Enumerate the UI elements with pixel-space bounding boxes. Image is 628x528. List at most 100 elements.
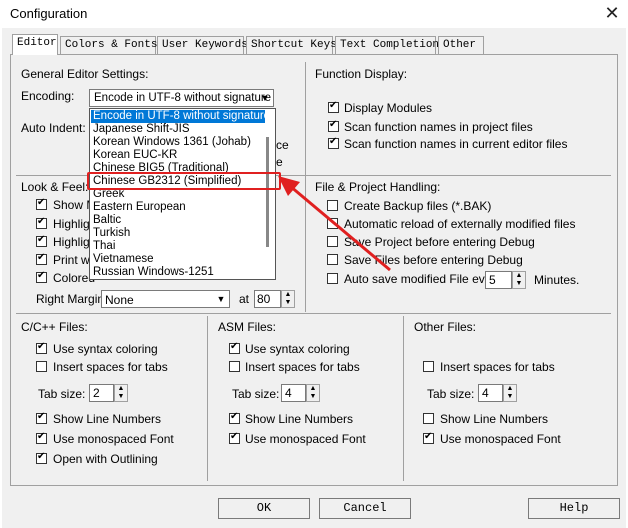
other-tabsize-value: 4	[482, 386, 489, 400]
divider	[403, 316, 404, 481]
asm-tabsize-input[interactable]: 4	[281, 384, 306, 402]
at-label: at	[239, 292, 250, 306]
asm-tabsize-spinner[interactable]: ▲ ▼	[306, 384, 320, 402]
cpp-monospaced-checkbox[interactable]	[36, 431, 47, 444]
encoding-option[interactable]: Eastern European	[93, 201, 186, 214]
encoding-option[interactable]: Vietnamese	[93, 253, 154, 266]
encoding-select-value: Encode in UTF-8 without signature	[94, 92, 272, 104]
cpp-tabsize-spinner[interactable]: ▲ ▼	[114, 384, 128, 402]
cpp-syntax-checkbox[interactable]	[36, 341, 47, 354]
asm-monospaced-label: Use monospaced Font	[245, 432, 366, 446]
other-line-numbers-checkbox[interactable]	[423, 413, 434, 424]
margin-column-value: 80	[257, 292, 271, 306]
cpp-tabsize-input[interactable]: 2	[89, 384, 114, 402]
encoding-option[interactable]: Korean EUC-KR	[93, 149, 177, 162]
scan-project-checkbox[interactable]	[328, 119, 339, 132]
tab-other[interactable]: Other	[438, 36, 484, 54]
look-feel-checkbox-2[interactable]	[36, 216, 47, 229]
cpp-outlining-checkbox[interactable]	[36, 451, 47, 464]
look-feel-checkbox-3[interactable]	[36, 234, 47, 247]
encoding-option[interactable]: Turkish	[93, 227, 130, 240]
scan-editor-checkbox[interactable]	[328, 136, 339, 149]
asm-spaces-checkbox[interactable]	[229, 361, 240, 372]
other-monospaced-checkbox[interactable]	[423, 431, 434, 444]
help-button[interactable]: Help	[528, 498, 620, 519]
autosave-minutes-value: 5	[489, 273, 496, 287]
cpp-spaces-label: Insert spaces for tabs	[53, 360, 168, 374]
divider	[207, 316, 208, 481]
asm-syntax-label: Use syntax coloring	[245, 342, 350, 356]
encoding-option[interactable]: Baltic	[93, 214, 121, 227]
cpp-outlining-label: Open with Outlining	[53, 452, 158, 466]
display-modules-checkbox[interactable]	[328, 100, 339, 113]
right-margin-select[interactable]: None ▼	[101, 290, 230, 308]
encoding-option[interactable]: Korean Windows 1361 (Johab)	[93, 136, 251, 149]
asm-heading: ASM Files:	[218, 320, 277, 334]
margin-column-spinner[interactable]: ▲ ▼	[281, 290, 295, 308]
chevron-down-icon: ▼	[216, 294, 226, 304]
scan-editor-label: Scan function names in current editor fi…	[344, 137, 568, 151]
look-feel-checkbox-5[interactable]	[36, 270, 47, 283]
asm-tabsize-value: 4	[285, 386, 292, 400]
cpp-syntax-label: Use syntax coloring	[53, 342, 158, 356]
look-feel-checkbox-1[interactable]	[36, 197, 47, 210]
general-settings-heading: General Editor Settings:	[21, 67, 149, 81]
look-feel-checkbox-4[interactable]	[36, 252, 47, 265]
scan-project-label: Scan function names in project files	[344, 120, 533, 134]
ok-button[interactable]: OK	[218, 498, 310, 519]
tab-shortcut-keys[interactable]: Shortcut Keys	[246, 36, 337, 54]
asm-monospaced-checkbox[interactable]	[229, 431, 240, 444]
other-spaces-label: Insert spaces for tabs	[440, 360, 555, 374]
tab-text-completion[interactable]: Text Completion	[335, 36, 439, 54]
other-line-numbers-label: Show Line Numbers	[440, 412, 549, 426]
autosave-minutes-spinner[interactable]: ▲ ▼	[512, 271, 526, 289]
tab-colors-fonts[interactable]: Colors & Fonts	[60, 36, 157, 54]
asm-tabsize-label: Tab size:	[232, 387, 280, 401]
annotation-highlight-box	[87, 172, 281, 190]
cancel-button[interactable]: Cancel	[319, 498, 411, 519]
function-display-heading: Function Display:	[315, 67, 408, 81]
encoding-select[interactable]: Encode in UTF-8 without signature ▼	[89, 89, 274, 107]
window-title: Configuration	[10, 6, 88, 21]
look-feel-heading: Look & Feel:	[21, 180, 89, 194]
encoding-option[interactable]: Thai	[93, 240, 115, 253]
other-spaces-checkbox[interactable]	[423, 361, 434, 372]
asm-line-numbers-checkbox[interactable]	[229, 411, 240, 424]
encoding-dropdown-list[interactable]: Encode in UTF-8 without signature Japane…	[89, 108, 276, 280]
autosave-minutes-input[interactable]: 5	[485, 271, 512, 289]
encoding-option[interactable]: Russian Windows-1251	[93, 266, 214, 279]
encoding-label: Encoding:	[21, 89, 75, 103]
asm-line-numbers-label: Show Line Numbers	[245, 412, 354, 426]
title-bar	[0, 0, 628, 28]
cpp-heading: C/C++ Files:	[21, 320, 88, 334]
dropdown-scrollbar[interactable]	[266, 137, 269, 247]
other-monospaced-label: Use monospaced Font	[440, 432, 561, 446]
tab-editor[interactable]: Editor	[12, 34, 58, 55]
partial-text: ce	[276, 138, 289, 152]
right-margin-value: None	[105, 293, 134, 307]
partial-text: e	[276, 155, 283, 169]
close-icon[interactable]: ✕	[600, 1, 624, 25]
encoding-option[interactable]: Japanese Shift-JIS	[93, 123, 190, 136]
cpp-spaces-checkbox[interactable]	[36, 361, 47, 372]
display-modules-label: Display Modules	[344, 101, 433, 115]
cpp-line-numbers-label: Show Line Numbers	[53, 412, 162, 426]
other-tabsize-input[interactable]: 4	[478, 384, 503, 402]
cpp-tabsize-value: 2	[93, 386, 100, 400]
encoding-option[interactable]: Encode in UTF-8 without signature	[91, 110, 270, 123]
other-tabsize-label: Tab size:	[427, 387, 475, 401]
asm-spaces-label: Insert spaces for tabs	[245, 360, 360, 374]
chevron-down-icon: ▼	[260, 93, 270, 103]
annotation-arrow-icon	[278, 176, 391, 272]
cpp-line-numbers-checkbox[interactable]	[36, 411, 47, 424]
auto-indent-label: Auto Indent:	[21, 121, 86, 135]
right-margin-label: Right Margin:	[36, 292, 108, 306]
margin-column-input[interactable]: 80	[254, 290, 281, 308]
tab-user-keywords[interactable]: User Keywords	[157, 36, 248, 54]
other-tabsize-spinner[interactable]: ▲ ▼	[503, 384, 517, 402]
asm-syntax-checkbox[interactable]	[229, 341, 240, 354]
cpp-tabsize-label: Tab size:	[38, 387, 86, 401]
cpp-monospaced-label: Use monospaced Font	[53, 432, 174, 446]
divider	[16, 313, 611, 314]
minutes-label: Minutes.	[534, 273, 580, 287]
